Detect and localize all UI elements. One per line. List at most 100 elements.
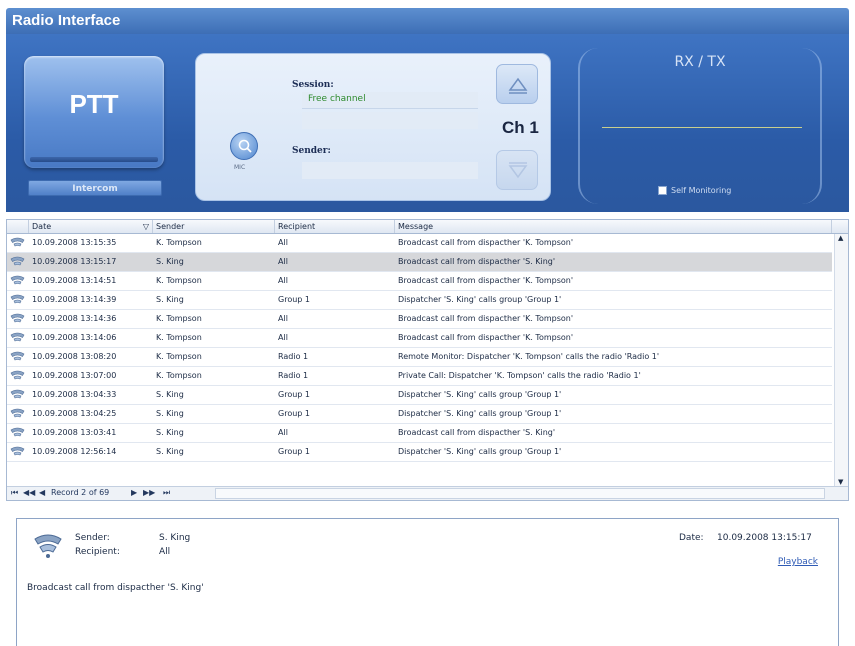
cell-sender: S. King [156,447,184,456]
vertical-scrollbar[interactable]: ▲ ▼ [834,234,848,486]
self-monitoring-label: Self Monitoring [671,186,732,195]
table-row[interactable]: 10.09.2008 13:07:00 K. Tompson Radio 1 Priv… [7,367,832,386]
cell-date: 10.09.2008 13:14:51 [32,276,117,285]
cell-message: Broadcast call from dispacther 'K. Tomps… [398,333,574,342]
scroll-down-icon[interactable]: ▼ [838,478,843,486]
channel-down-button[interactable] [496,150,538,190]
rx-tx-label: RX / TX [674,54,726,70]
cell-message: Broadcast call from dispacther 'K. Tomps… [398,238,574,247]
previous-record-icon[interactable]: ◀ [39,488,45,497]
ptt-button[interactable]: PTT [24,56,164,168]
cell-sender: S. King [156,390,184,399]
table-row[interactable]: 10.09.2008 13:14:51 K. Tompson All Broadcas… [7,272,832,291]
horizontal-scrollbar[interactable] [215,488,825,499]
rx-tx-panel: RX / TX Self Monitoring [578,48,822,204]
column-header-recipient[interactable]: Recipient [275,220,395,233]
sender-field [302,162,478,179]
intercom-button[interactable]: Intercom [28,180,162,196]
cell-date: 10.09.2008 13:14:06 [32,333,117,342]
table-row[interactable]: 10.09.2008 13:08:20 K. Tompson Radio 1 Remo… [7,348,832,367]
table-row[interactable]: 10.09.2008 13:04:33 S. King Group 1 Dispatc… [7,386,832,405]
table-row[interactable]: 10.09.2008 13:14:36 K. Tompson All Broadcas… [7,310,832,329]
cell-date: 10.09.2008 13:08:20 [32,352,117,361]
table-row[interactable]: 10.09.2008 13:03:41 S. King All Broadcast c… [7,424,832,443]
cell-sender: K. Tompson [156,276,202,285]
cell-recipient: Group 1 [278,295,310,304]
channel-down-icon [508,162,528,179]
ptt-button-edge [30,157,158,162]
radio-call-icon [10,313,25,323]
last-record-icon[interactable]: ⏭ [163,488,170,498]
column-header-date[interactable]: Date ▽ [29,220,153,233]
session-field: Free channel [302,92,478,109]
checkbox-box[interactable] [658,186,667,195]
radio-call-icon [10,427,25,437]
cell-message: Dispatcher 'S. King' calls group 'Group … [398,447,562,456]
cell-date: 10.09.2008 13:15:17 [32,257,117,266]
detail-sender-label: Sender: [75,533,110,543]
cell-sender: S. King [156,409,184,418]
cell-sender: K. Tompson [156,314,202,323]
cell-date: 10.09.2008 13:14:36 [32,314,117,323]
radio-call-icon [10,351,25,361]
session-label: Session: [292,80,334,90]
cell-sender: K. Tompson [156,371,202,380]
cell-message: Dispatcher 'S. King' calls group 'Group … [398,295,562,304]
cell-sender: K. Tompson [156,352,202,361]
record-navigator: ⏮ ◀◀ ◀ Record 2 of 69 ▶ ▶▶ ⏭ [7,486,848,500]
cell-recipient: All [278,276,288,285]
first-record-icon[interactable]: ⏮ [11,488,18,498]
table-row[interactable]: 10.09.2008 12:56:14 S. King Group 1 Dispatc… [7,443,832,462]
scroll-up-icon[interactable]: ▲ [838,234,843,242]
detail-sender-value: S. King [159,533,191,543]
previous-page-icon[interactable]: ◀◀ [23,488,35,497]
cell-recipient: All [278,314,288,323]
playback-link[interactable]: Playback [778,557,818,567]
window-title: Radio Interface [6,8,849,34]
message-detail-panel: Sender: S. King Recipient: All Date: 10.… [16,518,839,646]
column-header-message[interactable]: Message [395,220,832,233]
radio-call-icon [34,534,62,558]
table-row[interactable]: 10.09.2008 13:04:25 S. King Group 1 Dispatc… [7,405,832,424]
cell-message: Broadcast call from dispacther 'S. King' [398,257,556,266]
cell-recipient: All [278,257,288,266]
record-position: Record 2 of 69 [51,488,110,497]
cell-message: Private Call: Dispatcher 'K. Tompson' ca… [398,371,641,380]
table-row[interactable]: 10.09.2008 13:14:06 K. Tompson All Broadcas… [7,329,832,348]
radio-call-icon [10,446,25,456]
sort-descending-icon: ▽ [142,222,149,231]
self-monitoring-checkbox[interactable]: Self Monitoring [658,186,731,195]
rx-tx-level-line [602,127,802,128]
cell-date: 10.09.2008 13:04:25 [32,409,117,418]
radio-call-icon [10,237,25,247]
channel-up-button[interactable] [496,64,538,104]
detail-date-label: Date: [679,533,704,543]
cell-message: Dispatcher 'S. King' calls group 'Group … [398,409,562,418]
cell-sender: K. Tompson [156,333,202,342]
cell-date: 10.09.2008 13:04:33 [32,390,117,399]
table-row[interactable]: 10.09.2008 13:15:35 K. Tompson All Broadcas… [7,234,832,253]
table-row[interactable]: 10.09.2008 13:15:17 S. King All Broadcast c… [7,253,832,272]
radio-call-icon [10,370,25,380]
radio-call-icon [10,408,25,418]
radio-call-icon [10,332,25,342]
column-header-sender[interactable]: Sender [153,220,275,233]
radio-call-icon [10,389,25,399]
next-page-icon[interactable]: ▶▶ [143,488,155,497]
cell-date: 10.09.2008 13:07:00 [32,371,117,380]
mic-button[interactable] [230,132,258,160]
channel-label: Ch 1 [502,118,539,137]
cell-recipient: Group 1 [278,447,310,456]
cell-message: Dispatcher 'S. King' calls group 'Group … [398,390,562,399]
detail-recipient-value: All [159,547,171,557]
next-record-icon[interactable]: ▶ [131,488,137,497]
session-field-secondary [302,112,478,129]
radio-call-icon [10,294,25,304]
mic-label: MIC [234,164,246,171]
grid-rows: 10.09.2008 13:15:35 K. Tompson All Broadcas… [7,234,832,462]
cell-sender: S. King [156,295,184,304]
cell-recipient: All [278,238,288,247]
table-row[interactable]: 10.09.2008 13:14:39 S. King Group 1 Dispatc… [7,291,832,310]
radio-call-icon [10,275,25,285]
cell-sender: K. Tompson [156,238,202,247]
